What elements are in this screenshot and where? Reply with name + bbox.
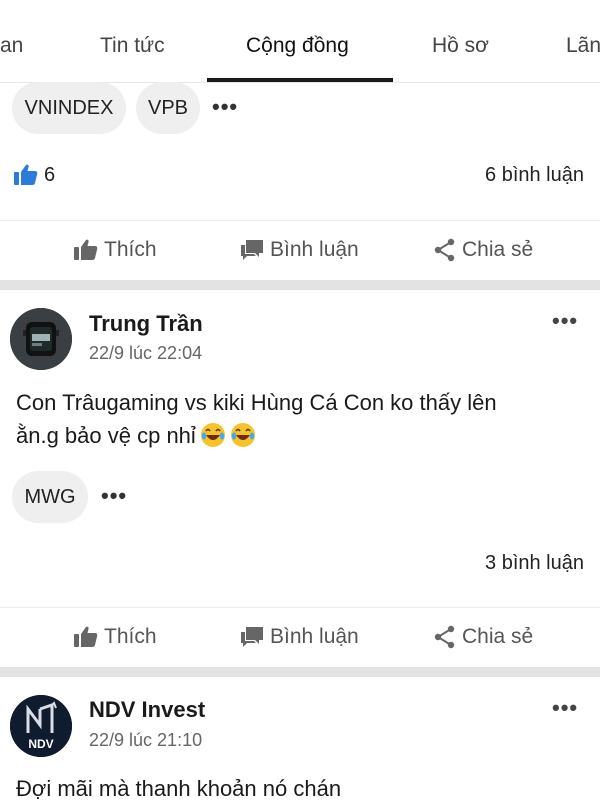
post-content: Con Trâugaming vs kiki Hùng Cá Con ko th… [16, 386, 586, 452]
comment-bubble-icon [241, 627, 263, 647]
tab-news[interactable]: Tin tức [100, 34, 165, 58]
ndv-logo-icon: NDV [10, 695, 72, 757]
share-icon [434, 625, 455, 649]
smartwatch-avatar-icon [10, 308, 72, 370]
comment-button[interactable]: Bình luận [240, 238, 359, 262]
post-content-text: ằn.g bảo vệ cp nhỉ [16, 423, 196, 448]
avatar-logo-text: NDV [28, 737, 53, 751]
comment-bubble-icon [241, 240, 263, 260]
share-button[interactable]: Chia sẻ [434, 625, 533, 649]
post-timestamp: 22/9 lúc 21:10 [89, 730, 203, 750]
active-tab-indicator [207, 78, 393, 82]
post-content-line: Con Trâugaming vs kiki Hùng Cá Con ko th… [16, 390, 497, 415]
comment-count[interactable]: 6 bình luận [485, 164, 584, 187]
post-separator [0, 667, 600, 677]
comment-label: Bình luận [270, 625, 359, 648]
tag-chip[interactable]: MWG [12, 471, 88, 523]
laughing-tears-emoji-icon [200, 423, 225, 447]
post-content-line-2: ằn.g bảo vệ cp nhỉ [16, 419, 586, 452]
divider [0, 607, 600, 608]
post-timestamp: 22/9 lúc 22:04 [89, 343, 203, 363]
divider [0, 220, 600, 221]
tab-partial-right[interactable]: Lãn [566, 34, 600, 58]
laughing-tears-emoji-icon [230, 423, 255, 447]
thumbs-up-icon [74, 239, 98, 260]
share-label: Chia sẻ [462, 625, 534, 648]
tag-chip[interactable]: VNINDEX [12, 82, 126, 134]
post-options-icon[interactable]: ••• [552, 695, 578, 721]
post-separator [0, 280, 600, 290]
like-label: Thích [104, 238, 157, 261]
tab-partial-left[interactable]: an [0, 34, 23, 58]
tab-community[interactable]: Cộng đồng [246, 34, 349, 58]
comment-count[interactable]: 3 bình luận [485, 552, 584, 575]
like-count: 6 [44, 164, 56, 186]
post-options-icon[interactable]: ••• [552, 308, 578, 334]
like-count-icon [14, 164, 38, 185]
author-name[interactable]: Trung Trần [89, 311, 203, 337]
post-content: Đợi mãi mà thanh khoản nó chán [16, 772, 586, 805]
more-tags-icon[interactable]: ••• [101, 483, 127, 509]
comment-button[interactable]: Bình luận [240, 625, 359, 649]
top-tab-bar: an Tin tức Cộng đồng Hồ sơ Lãn [0, 0, 600, 83]
post-content-line: Đợi mãi mà thanh khoản nó chán [16, 776, 342, 801]
share-label: Chia sẻ [462, 238, 534, 261]
avatar[interactable] [10, 308, 72, 370]
more-tags-icon[interactable]: ••• [212, 94, 238, 120]
share-button[interactable]: Chia sẻ [434, 238, 533, 262]
avatar[interactable]: NDV [10, 695, 72, 757]
share-icon [434, 238, 455, 262]
comment-label: Bình luận [270, 238, 359, 261]
tag-chip[interactable]: VPB [136, 82, 200, 134]
tab-profile[interactable]: Hồ sơ [432, 34, 489, 58]
thumbs-up-icon [74, 626, 98, 647]
author-name[interactable]: NDV Invest [89, 697, 205, 723]
like-button[interactable]: Thích [74, 625, 157, 649]
like-label: Thích [104, 625, 157, 648]
like-button[interactable]: Thích [74, 238, 157, 262]
